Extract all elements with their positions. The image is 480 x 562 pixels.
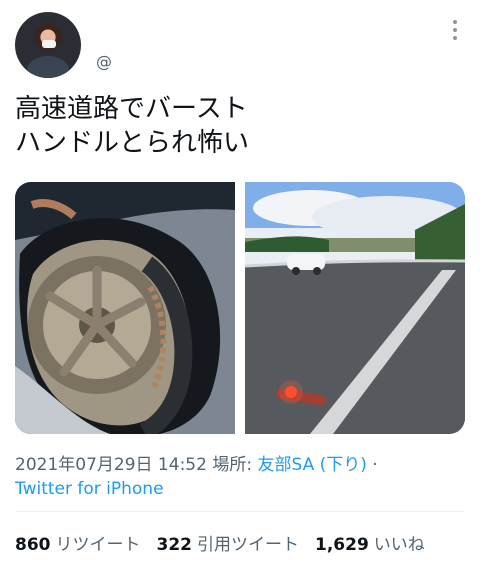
highway-photo[interactable] bbox=[245, 182, 465, 434]
avatar[interactable] bbox=[15, 12, 81, 78]
user-handle[interactable]: @ bbox=[96, 52, 112, 71]
more-options-icon[interactable] bbox=[447, 20, 463, 42]
media-gallery bbox=[15, 182, 465, 434]
retweets-stat[interactable]: 860 リツイート bbox=[15, 530, 141, 555]
source-link[interactable]: Twitter for iPhone bbox=[15, 479, 164, 499]
highway-image bbox=[245, 182, 465, 434]
timestamp[interactable]: 2021年07月29日 14:52 bbox=[15, 455, 207, 475]
meta-separator: · bbox=[372, 455, 378, 475]
likes-label: いいね bbox=[373, 535, 425, 555]
mask-shape bbox=[42, 40, 56, 48]
retweets-count: 860 bbox=[15, 535, 51, 555]
shirt-shape bbox=[27, 56, 69, 78]
quote-tweets-count: 322 bbox=[156, 535, 193, 555]
location-label: 場所: bbox=[212, 455, 253, 475]
tweet-text: 高速道路でバースト ハンドルとられ怖い bbox=[15, 94, 250, 158]
tweet-meta: 2021年07月29日 14:52 場所: 友部SA (下り) · Twitte… bbox=[15, 453, 465, 501]
tire-image bbox=[15, 182, 235, 434]
tire-photo[interactable] bbox=[15, 182, 235, 434]
likes-count: 1,629 bbox=[315, 535, 369, 555]
stats-divider bbox=[15, 511, 465, 512]
quote-tweets-stat[interactable]: 322 引用ツイート bbox=[157, 530, 300, 555]
location-link[interactable]: 友部SA (下り) bbox=[257, 455, 366, 475]
quote-tweets-label: 引用ツイート bbox=[197, 535, 299, 555]
retweets-label: リツイート bbox=[55, 535, 141, 555]
engagement-stats: 860 リツイート 322 引用ツイート 1,629 いいね bbox=[15, 530, 465, 555]
likes-stat[interactable]: 1,629 いいね bbox=[315, 530, 425, 555]
